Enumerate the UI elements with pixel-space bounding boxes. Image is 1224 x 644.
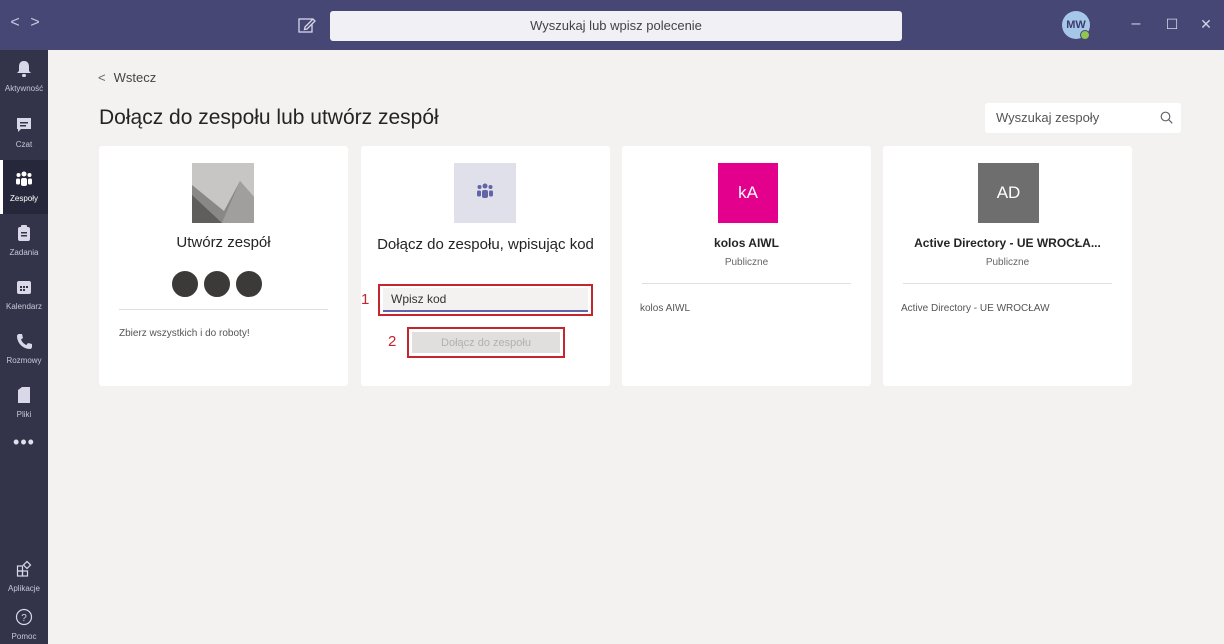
rail-item-activity[interactable]: Aktywność: [0, 50, 48, 104]
rail-label: Zadania: [9, 248, 39, 257]
close-button[interactable]: ✕: [1194, 12, 1218, 36]
card-description: Active Directory - UE WROCŁAW: [901, 303, 1050, 314]
back-label: Wstecz: [113, 70, 157, 85]
help-icon: ?: [15, 608, 33, 626]
step-number-2: 2: [388, 333, 397, 350]
team-code-input[interactable]: [383, 288, 588, 312]
card-divider: [119, 309, 328, 310]
team-card-kolos-aiwl[interactable]: kA kolos AIWL Publiczne kolos AIWL: [622, 146, 871, 386]
file-icon: [18, 387, 30, 403]
rail-item-chat[interactable]: Czat: [0, 106, 48, 160]
svg-text:?: ?: [21, 613, 27, 624]
phone-icon: [17, 334, 32, 349]
rail-label: Kalendarz: [5, 302, 43, 311]
chevron-left-icon: <: [98, 70, 106, 85]
rail-item-help[interactable]: ? Pomoc: [0, 602, 48, 644]
card-title: Active Directory - UE WROCŁA...: [914, 236, 1101, 250]
minimize-button[interactable]: –: [1124, 12, 1148, 36]
back-arrow-button[interactable]: <: [10, 14, 30, 32]
rail-item-teams[interactable]: Zespoły: [0, 160, 48, 214]
team-avatar: kA: [718, 163, 778, 223]
rail-item-files[interactable]: Pliki: [0, 376, 48, 430]
rail-label: Rozmowy: [6, 356, 42, 365]
rail-label: Zespoły: [9, 194, 38, 203]
card-title: Dołącz do zespołu, wpisując kod: [377, 236, 594, 253]
card-description: Zbierz wszystkich i do roboty!: [119, 328, 250, 339]
rail-label: Pliki: [16, 410, 32, 419]
code-field-highlight: [378, 284, 593, 316]
tasks-icon: [18, 225, 30, 241]
teams-icon: [477, 183, 493, 198]
command-search-input[interactable]: Wyszukaj lub wpisz polecenie: [330, 11, 902, 41]
team-search-placeholder: Wyszukaj zespoły: [996, 110, 1100, 125]
presence-status-icon: [1080, 30, 1090, 40]
card-divider: [903, 283, 1112, 284]
team-card-active-directory[interactable]: AD Active Directory - UE WROCŁA... Publi…: [883, 146, 1132, 386]
rail-item-calendar[interactable]: Kalendarz: [0, 268, 48, 322]
team-visibility: Publiczne: [724, 257, 769, 268]
new-chat-icon[interactable]: [296, 14, 318, 36]
join-button-highlight: Dołącz do zespołu: [407, 327, 565, 358]
card-title: Utwórz zespół: [176, 234, 271, 251]
step-number-1: 1: [361, 291, 370, 308]
member-avatar-icon: [202, 269, 232, 299]
maximize-button[interactable]: ☐: [1160, 12, 1184, 36]
bell-icon: [17, 61, 31, 77]
chat-icon: [17, 118, 31, 132]
rail-label: Aplikacje: [7, 584, 40, 593]
team-visibility: Publiczne: [985, 257, 1030, 268]
more-apps-button[interactable]: •••: [0, 432, 48, 453]
join-team-button[interactable]: Dołącz do zespołu: [412, 332, 560, 353]
history-nav: <>: [10, 14, 50, 32]
card-description: kolos AIWL: [640, 303, 691, 314]
forward-arrow-button[interactable]: >: [30, 14, 50, 32]
app-rail: Aktywność Czat Zespoły Zadania Kalendarz…: [0, 50, 48, 644]
rail-label: Czat: [15, 140, 33, 149]
search-icon[interactable]: [1160, 111, 1173, 124]
create-team-card[interactable]: Utwórz zespół Zbierz wszystkich i do rob…: [99, 146, 348, 386]
rail-label: Pomoc: [11, 632, 37, 641]
title-bar: <> Wyszukaj lub wpisz polecenie MW – ☐ ✕: [0, 0, 1224, 50]
member-avatar-icon: [170, 269, 200, 299]
rail-label: Aktywność: [4, 84, 44, 93]
teams-icon: [16, 171, 32, 186]
member-avatar-icon: [234, 269, 264, 299]
rail-item-calls[interactable]: Rozmowy: [0, 322, 48, 376]
rail-item-tasks[interactable]: Zadania: [0, 214, 48, 268]
team-search-input[interactable]: Wyszukaj zespoły: [985, 103, 1181, 133]
card-title: kolos AIWL: [714, 236, 779, 250]
join-team-image: [454, 163, 516, 223]
calendar-icon: [17, 281, 31, 294]
page-title: Dołącz do zespołu lub utwórz zespół: [99, 106, 439, 129]
rail-item-apps[interactable]: Aplikacje: [0, 550, 48, 604]
member-avatars: [170, 269, 280, 299]
apps-icon: [16, 560, 32, 577]
card-divider: [642, 283, 851, 284]
team-avatar: AD: [978, 163, 1039, 223]
back-link[interactable]: < Wstecz: [98, 70, 156, 85]
create-team-image: [192, 163, 254, 223]
